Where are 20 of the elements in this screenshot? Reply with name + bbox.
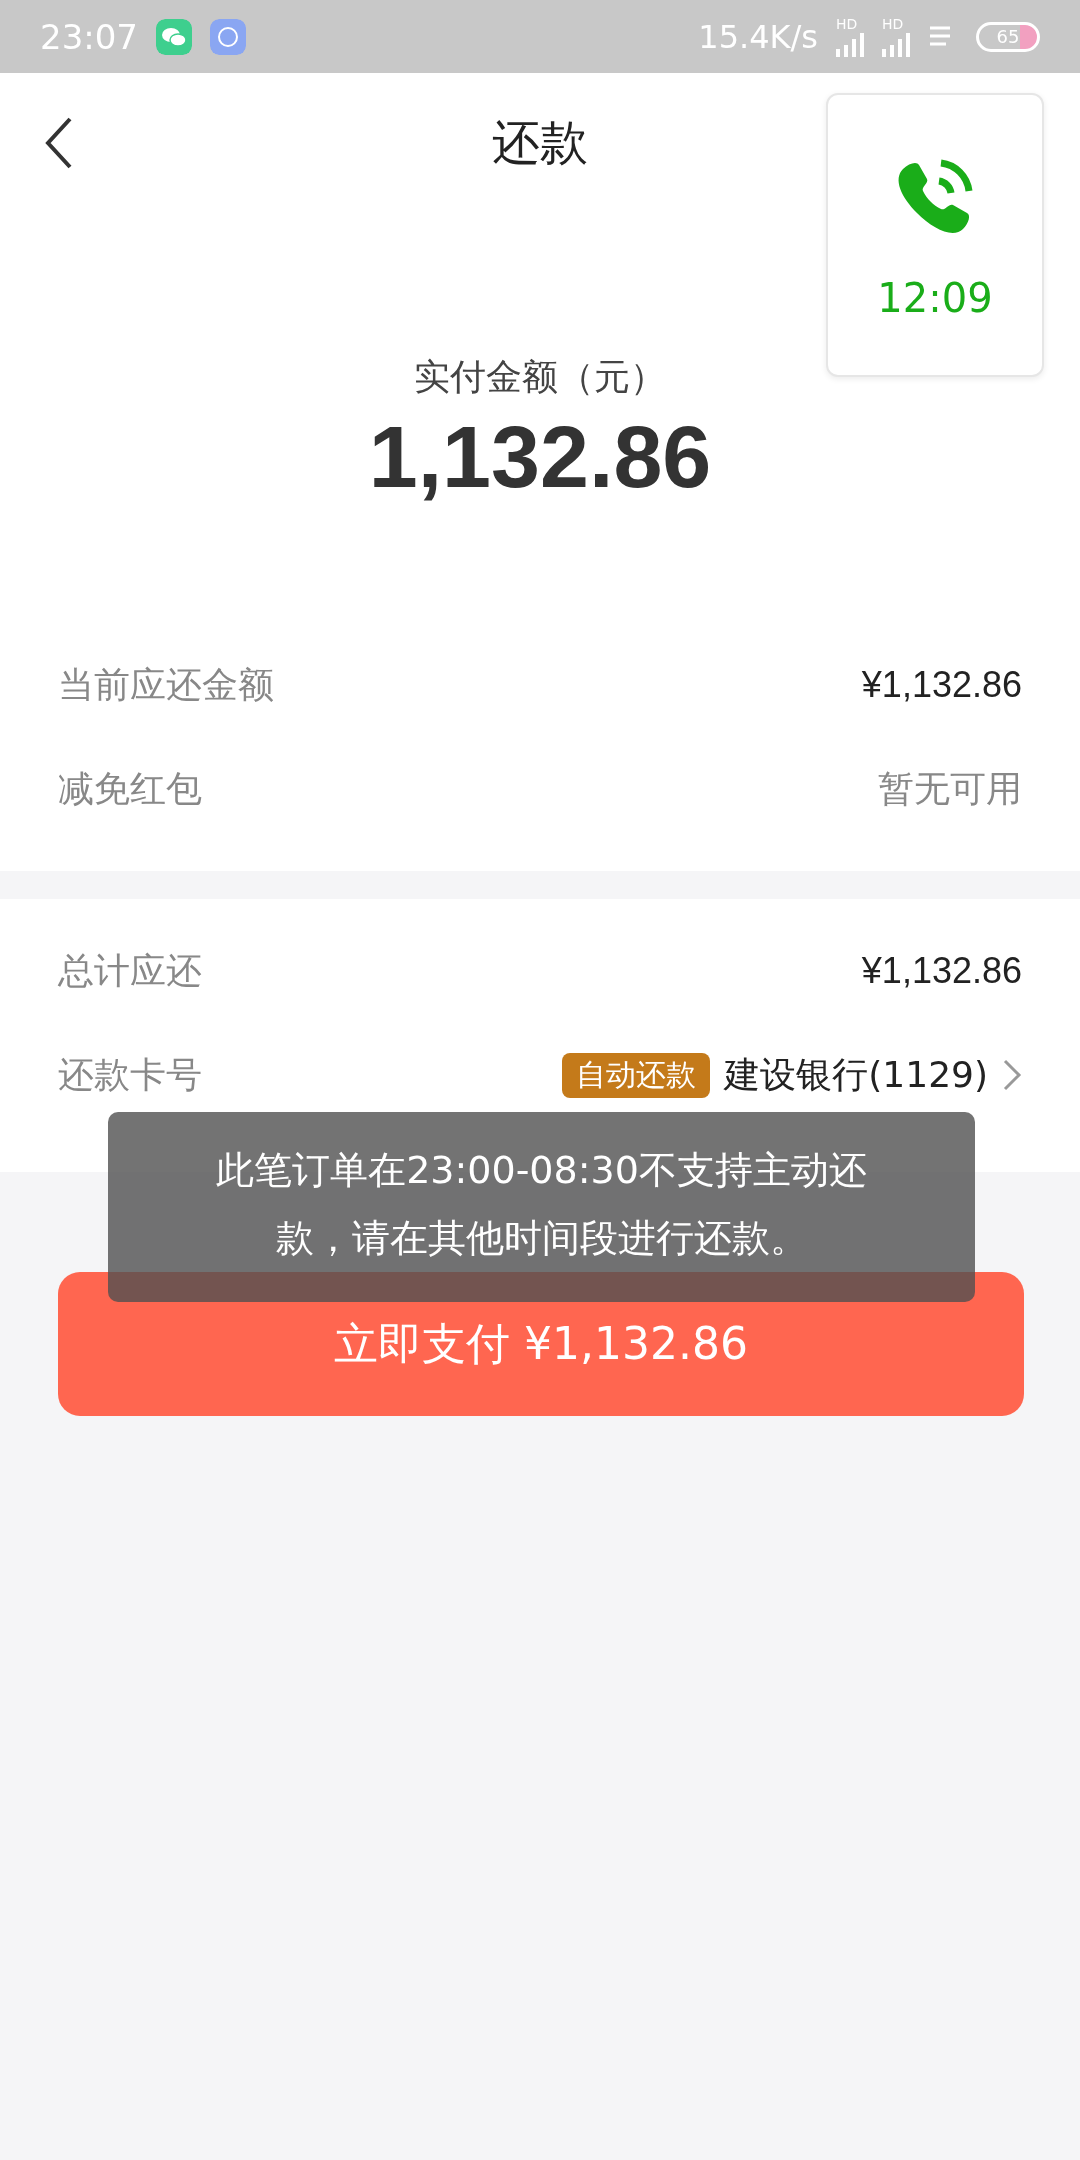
auto-repay-tag: 自动还款	[562, 1052, 711, 1098]
signal-icon	[882, 32, 910, 57]
row-label: 还款卡号	[58, 1052, 202, 1097]
row-label: 减免红包	[58, 766, 202, 811]
repay-toast: 此笔订单在23:00-08:30不支持主动还款，请在其他时间段进行还款。	[108, 1112, 975, 1302]
call-duration: 12:09	[877, 275, 993, 321]
call-widget[interactable]: 12:09	[826, 93, 1044, 377]
row-label: 当前应还金额	[58, 662, 274, 707]
row-value: 暂无可用	[878, 766, 1022, 811]
signal-icon	[836, 32, 864, 57]
app-icon	[210, 18, 246, 55]
amount-value: 1,132.86	[368, 406, 712, 508]
row-value: ¥1,132.86	[861, 664, 1022, 706]
bank-card[interactable]: 建设银行(1129)	[724, 1050, 988, 1100]
page-title: 还款	[492, 113, 588, 172]
row-label: 总计应还	[58, 948, 202, 993]
chat-app-icon	[156, 18, 192, 55]
row-value: ¥1,132.86	[861, 950, 1022, 992]
chevron-right-icon	[1002, 1058, 1022, 1092]
amount-label: 实付金额（元）	[414, 355, 666, 399]
